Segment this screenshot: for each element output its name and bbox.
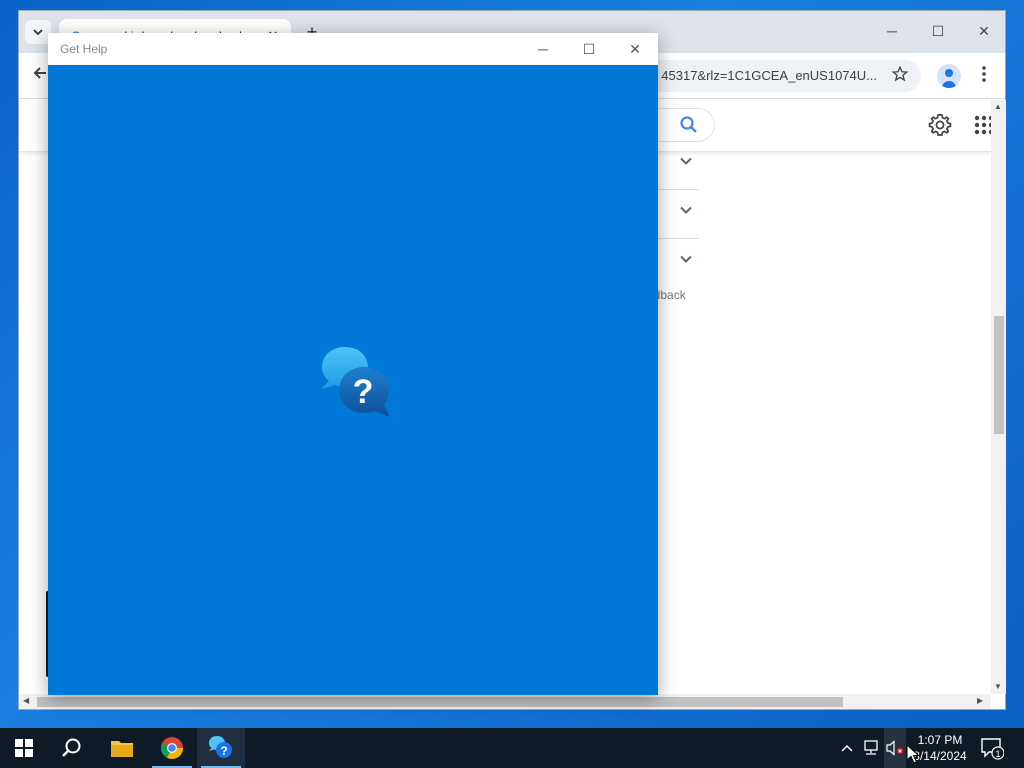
- bookmark-star-icon[interactable]: [891, 65, 909, 88]
- window-title: Get Help: [60, 42, 108, 56]
- maximize-button[interactable]: ☐: [574, 37, 604, 61]
- chevron-up-icon: [841, 744, 853, 752]
- taskbar: ? 1:07 PM 8/14/2024 1: [0, 728, 1024, 768]
- clock-time: 1:07 PM: [917, 733, 963, 747]
- scroll-down-icon[interactable]: ▼: [994, 682, 1002, 691]
- chrome-icon: [160, 737, 183, 760]
- get-help-logo-icon: ?: [321, 347, 390, 417]
- question-mark: ?: [220, 744, 227, 758]
- show-hidden-icons-button[interactable]: [838, 728, 856, 768]
- file-explorer-button[interactable]: [98, 728, 146, 768]
- back-arrow-icon: [33, 67, 46, 79]
- get-help-taskbar-button[interactable]: ?: [197, 728, 245, 768]
- clock-date: 8/14/2024: [913, 749, 967, 763]
- question-mark: ?: [353, 373, 374, 411]
- windows-logo-icon: [15, 739, 33, 757]
- scroll-up-icon[interactable]: ▲: [994, 102, 1002, 111]
- chevron-down-icon: [680, 157, 692, 165]
- horizontal-scroll-thumb[interactable]: [37, 697, 843, 707]
- system-clock[interactable]: 1:07 PM 8/14/2024: [912, 732, 968, 764]
- vertical-scrollbar[interactable]: ▲ ▼: [991, 100, 1006, 694]
- search-icon[interactable]: [679, 115, 699, 135]
- scroll-left-icon[interactable]: ◀: [23, 696, 29, 705]
- volume-muted-icon: [886, 740, 904, 756]
- get-help-window: Get Help ─ ☐ ✕ ?: [48, 33, 658, 695]
- horizontal-scrollbar[interactable]: ◀ ▶: [19, 694, 991, 709]
- chrome-taskbar-button[interactable]: [148, 728, 196, 768]
- kebab-menu-icon: [982, 66, 986, 82]
- address-bar-url: 45317&rlz=1C1GCEA_enUS1074U...: [661, 68, 877, 83]
- network-icon: [864, 740, 878, 755]
- mouse-cursor-icon: [906, 744, 920, 764]
- minimize-button[interactable]: ─: [528, 37, 558, 61]
- get-help-icon: ?: [209, 736, 232, 758]
- chrome-maximize-button[interactable]: ☐: [923, 19, 953, 43]
- close-button[interactable]: ✕: [620, 37, 650, 61]
- profile-avatar-icon[interactable]: [937, 64, 961, 88]
- volume-button[interactable]: [884, 728, 906, 768]
- folder-icon: [111, 741, 133, 757]
- notification-icon: 1: [981, 738, 1005, 760]
- chrome-close-button[interactable]: ✕: [969, 19, 999, 43]
- notification-count: 1: [995, 749, 1000, 759]
- vertical-scroll-thumb[interactable]: [994, 316, 1004, 434]
- gear-icon[interactable]: [927, 112, 953, 138]
- search-icon: [62, 738, 81, 757]
- taskbar-search-button[interactable]: [48, 728, 96, 768]
- chrome-minimize-button[interactable]: ─: [877, 19, 907, 43]
- chevron-down-icon: [680, 206, 692, 214]
- scroll-right-icon[interactable]: ▶: [977, 696, 983, 705]
- chevron-down-icon: [680, 255, 692, 263]
- get-help-titlebar[interactable]: Get Help ─ ☐ ✕: [48, 33, 658, 65]
- chevron-down-icon: [33, 29, 43, 36]
- chrome-menu-button[interactable]: [977, 65, 991, 87]
- action-center-button[interactable]: 1: [980, 736, 1005, 760]
- desktop: { "chrome": { "tab_title": "angry birds …: [0, 0, 1024, 768]
- start-button[interactable]: [0, 728, 48, 768]
- network-button[interactable]: [860, 728, 882, 768]
